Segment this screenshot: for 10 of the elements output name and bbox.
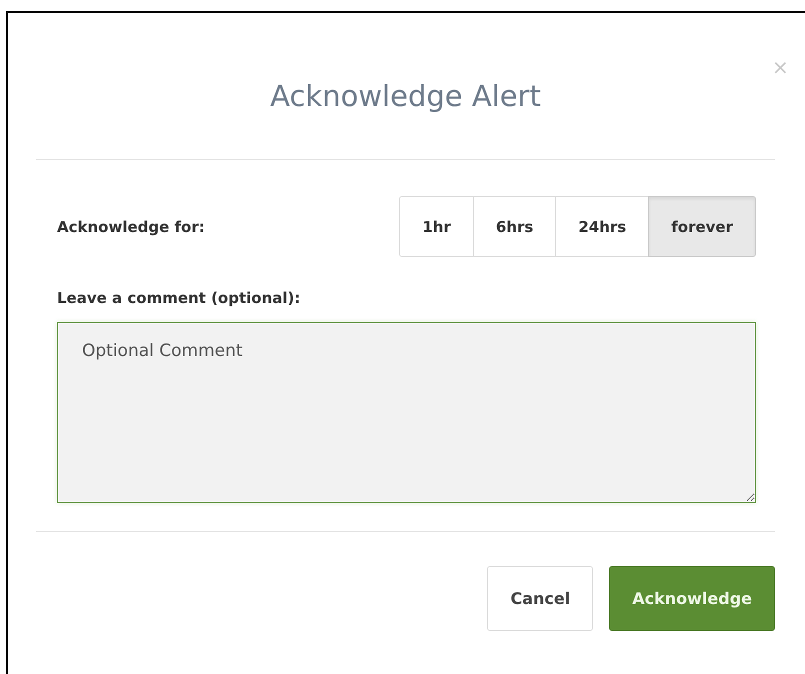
acknowledge-button[interactable]: Acknowledge (609, 566, 775, 631)
duration-option[interactable]: 1hr (399, 196, 474, 257)
dialog-title: Acknowledge Alert (270, 78, 541, 113)
duration-label: Acknowledge for: (57, 218, 205, 236)
duration-option[interactable]: 6hrs (472, 196, 556, 257)
comment-label: Leave a comment (optional): (57, 289, 302, 307)
cancel-button[interactable]: Cancel (487, 566, 594, 631)
duration-option[interactable]: forever (648, 196, 756, 257)
duration-option[interactable]: 24hrs (555, 196, 650, 257)
comment-field[interactable]: Optional Comment (57, 322, 756, 503)
